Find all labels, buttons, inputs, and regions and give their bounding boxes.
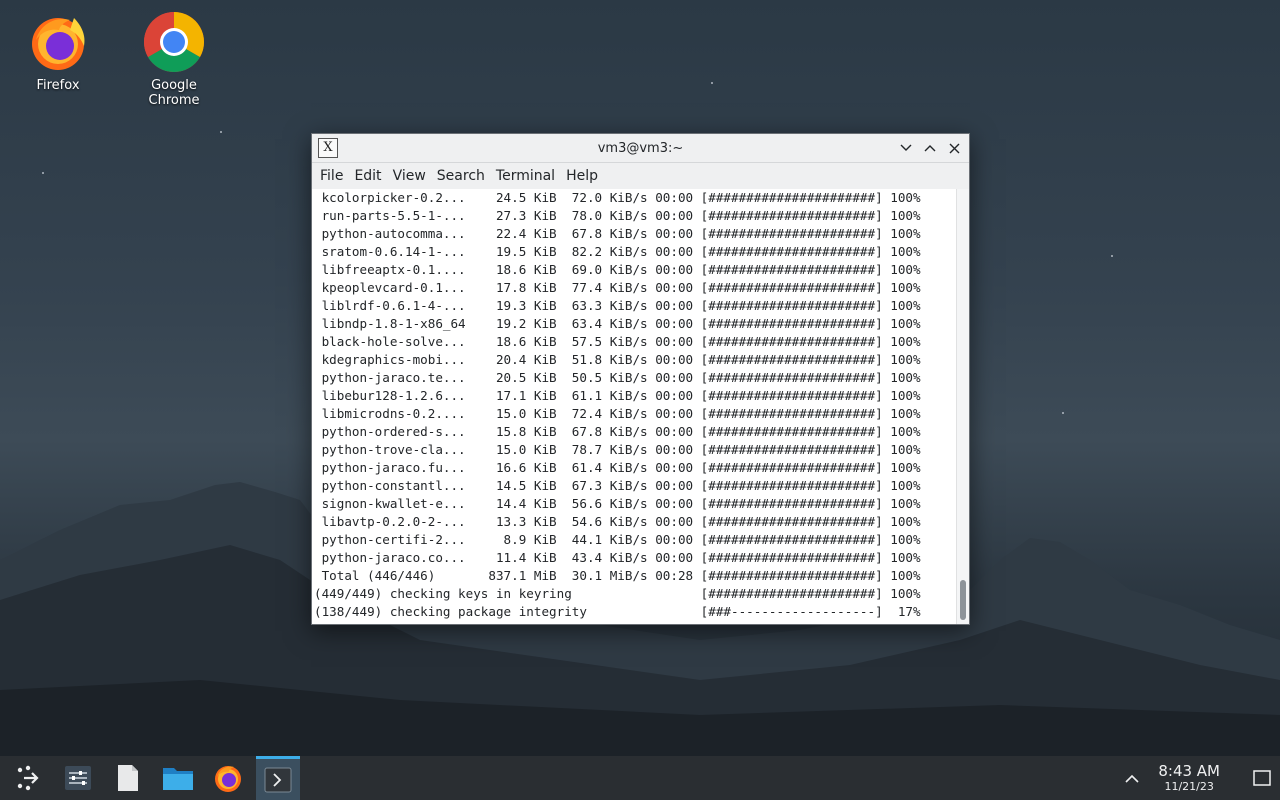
close-icon (949, 143, 959, 153)
show-desktop-icon (1253, 770, 1271, 786)
terminal-line: libndp-1.8-1-x86_64 19.2 KiB 63.4 KiB/s … (314, 316, 921, 331)
star (220, 131, 222, 133)
terminal-line: kcolorpicker-0.2... 24.5 KiB 72.0 KiB/s … (314, 190, 921, 205)
menu-view[interactable]: View (388, 168, 431, 184)
close-button[interactable] (943, 137, 965, 159)
menu-terminal[interactable]: Terminal (491, 168, 560, 184)
terminal-line: signon-kwallet-e... 14.4 KiB 56.6 KiB/s … (314, 496, 921, 511)
terminal-line: run-parts-5.5-1-... 27.3 KiB 78.0 KiB/s … (314, 208, 921, 223)
terminal-line: libebur128-1.2.6... 17.1 KiB 61.1 KiB/s … (314, 388, 921, 403)
window-titlebar[interactable]: X vm3@vm3:~ (312, 134, 969, 163)
terminal-line: python-jaraco.fu... 16.6 KiB 61.4 KiB/s … (314, 460, 921, 475)
terminal-line: black-hole-solve... 18.6 KiB 57.5 KiB/s … (314, 334, 921, 349)
settings-sliders-icon (65, 766, 91, 790)
star (711, 82, 713, 84)
terminal-line: libfreeaptx-0.1.... 18.6 KiB 69.0 KiB/s … (314, 262, 921, 277)
terminal-line: sratom-0.6.14-1-... 19.5 KiB 82.2 KiB/s … (314, 244, 921, 259)
terminal-line: kpeoplevcard-0.1... 17.8 KiB 77.4 KiB/s … (314, 280, 921, 295)
clock-time: 8:43 AM (1158, 762, 1220, 780)
launcher-icon (17, 765, 39, 791)
terminal-line: (449/449) checking keys in keyring [####… (314, 586, 921, 601)
terminal-line: libavtp-0.2.0-2-... 13.3 KiB 54.6 KiB/s … (314, 514, 921, 529)
terminal-line: python-ordered-s... 15.8 KiB 67.8 KiB/s … (314, 424, 921, 439)
taskbar-text-editor[interactable] (106, 756, 150, 800)
terminal-line: Total (446/446) 837.1 MiB 30.1 MiB/s 00:… (314, 568, 921, 583)
application-launcher-button[interactable] (6, 756, 50, 800)
minimize-button[interactable] (895, 137, 917, 159)
menu-help[interactable]: Help (561, 168, 603, 184)
system-tray: 8:43 AM 11/21/23 (1120, 756, 1280, 800)
star (42, 172, 44, 174)
chevron-up-icon (1125, 774, 1139, 783)
chevron-down-icon (900, 144, 912, 151)
taskbar-terminal[interactable] (256, 756, 300, 800)
terminal-line: python-trove-cla... 15.0 KiB 78.7 KiB/s … (314, 442, 921, 457)
chevron-up-icon (924, 145, 936, 152)
firefox-icon (215, 766, 241, 792)
scrollbar-thumb[interactable] (960, 580, 966, 620)
terminal-scrollbar[interactable] (956, 189, 969, 624)
desktop-icon-label: Firefox (36, 78, 80, 93)
menu-search[interactable]: Search (432, 168, 490, 184)
star (1111, 255, 1113, 257)
show-desktop-button[interactable] (1244, 756, 1280, 800)
terminal-line: kdegraphics-mobi... 20.4 KiB 51.8 KiB/s … (314, 352, 921, 367)
taskbar-firefox[interactable] (206, 756, 250, 800)
xterm-app-icon[interactable]: X (318, 138, 338, 158)
terminal-line: liblrdf-0.6.1-4-... 19.3 KiB 63.3 KiB/s … (314, 298, 921, 313)
taskbar: 8:43 AM 11/21/23 (0, 756, 1280, 800)
digital-clock[interactable]: 8:43 AM 11/21/23 (1158, 762, 1220, 794)
chrome-icon (142, 10, 206, 74)
terminal-output[interactable]: kcolorpicker-0.2... 24.5 KiB 72.0 KiB/s … (312, 189, 957, 624)
menu-edit[interactable]: Edit (349, 168, 386, 184)
window-title: vm3@vm3:~ (597, 140, 684, 156)
desktop-icon-chrome[interactable]: Google Chrome (124, 4, 224, 108)
star (1062, 412, 1064, 414)
terminal-line: python-constantl... 14.5 KiB 67.3 KiB/s … (314, 478, 921, 493)
terminal-line: libmicrodns-0.2.... 15.0 KiB 72.4 KiB/s … (314, 406, 921, 421)
terminal-line: python-jaraco.co... 11.4 KiB 43.4 KiB/s … (314, 550, 921, 565)
folder-icon (163, 768, 193, 790)
menu-file[interactable]: File (315, 168, 348, 184)
terminal-window: X vm3@vm3:~ File Edit View Search Termin… (311, 133, 970, 625)
menu-bar: File Edit View Search Terminal Help (312, 163, 969, 189)
maximize-button[interactable] (919, 137, 941, 159)
clock-date: 11/21/23 (1164, 780, 1214, 793)
terminal-line: (138/449) checking package integrity [##… (314, 604, 921, 619)
terminal-line: python-certifi-2... 8.9 KiB 44.1 KiB/s 0… (314, 532, 921, 547)
taskbar-system-settings[interactable] (56, 756, 100, 800)
terminal-icon (264, 767, 292, 792)
desktop-icon-label: Google Chrome (148, 78, 200, 108)
tray-expander[interactable] (1120, 766, 1144, 790)
terminal-line: python-jaraco.te... 20.5 KiB 50.5 KiB/s … (314, 370, 921, 385)
taskbar-file-manager[interactable] (156, 756, 200, 800)
terminal-line: python-autocomma... 22.4 KiB 67.8 KiB/s … (314, 226, 921, 241)
firefox-icon (26, 10, 90, 74)
document-icon (118, 765, 138, 791)
desktop-icon-firefox[interactable]: Firefox (8, 4, 108, 93)
